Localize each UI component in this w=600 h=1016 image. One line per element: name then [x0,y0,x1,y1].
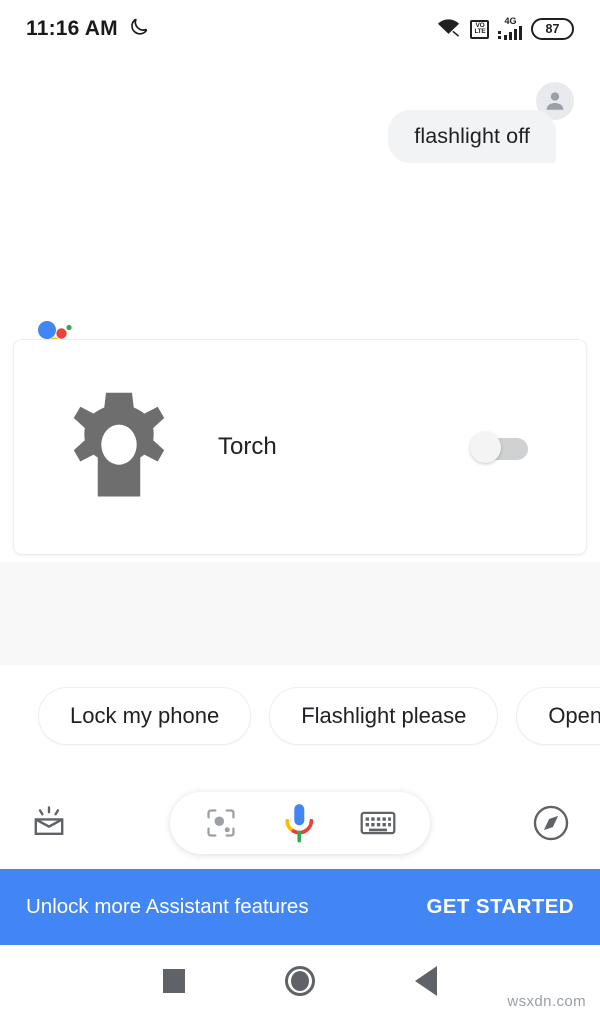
content-spacer [0,562,600,665]
assistant-screen: 11:16 AM VO LTE 4G 87 flashlight off Tor… [0,0,600,1016]
watermark: wsxdn.com [507,993,586,1010]
action-bar [0,780,600,865]
battery-icon: 87 [531,18,574,40]
gear-icon [60,388,178,506]
signal-strength-icon: 4G [498,16,522,40]
signal-activity-dots [498,26,502,40]
suggestion-chip[interactable]: Flashlight please [269,687,499,745]
recents-button[interactable] [163,968,185,993]
keyboard-icon[interactable] [360,808,396,838]
moon-icon [128,16,149,42]
suggestion-chip[interactable]: Open c [516,687,600,745]
get-started-button[interactable]: GET STARTED [426,895,574,919]
status-bar-left: 11:16 AM [26,16,149,42]
home-button[interactable] [285,965,315,996]
suggestion-chip[interactable]: Lock my phone [38,687,252,745]
network-type-label: 4G [504,16,517,26]
torch-card-label: Torch [218,433,277,460]
suggestion-chips: Lock my phone Flashlight please Open c [0,686,600,746]
torch-card[interactable]: Torch [13,339,587,555]
status-bar: 11:16 AM VO LTE 4G 87 [0,0,600,58]
inbox-snapshot-icon[interactable] [30,805,68,841]
back-button[interactable] [415,965,437,996]
torch-toggle[interactable] [470,432,528,463]
conversation-area: flashlight off OK [0,58,600,430]
compass-explore-icon[interactable] [532,804,570,842]
toggle-knob[interactable] [470,432,501,463]
user-message-row: flashlight off [0,58,600,176]
assistant-message-row: OK [0,176,600,430]
volte-line-2: LTE [474,28,486,35]
battery-percent: 87 [545,22,560,36]
promo-banner-text: Unlock more Assistant features [26,895,309,918]
wifi-icon [436,17,461,42]
assistant-input-pill [170,791,430,854]
microphone-icon[interactable] [282,803,316,843]
status-time: 11:16 AM [26,17,118,40]
status-bar-right: VO LTE 4G 87 [436,16,574,42]
promo-banner[interactable]: Unlock more Assistant features GET START… [0,869,600,945]
user-message-bubble: flashlight off [388,110,556,163]
google-lens-icon[interactable] [204,806,238,840]
volte-icon: VO LTE [470,19,490,39]
